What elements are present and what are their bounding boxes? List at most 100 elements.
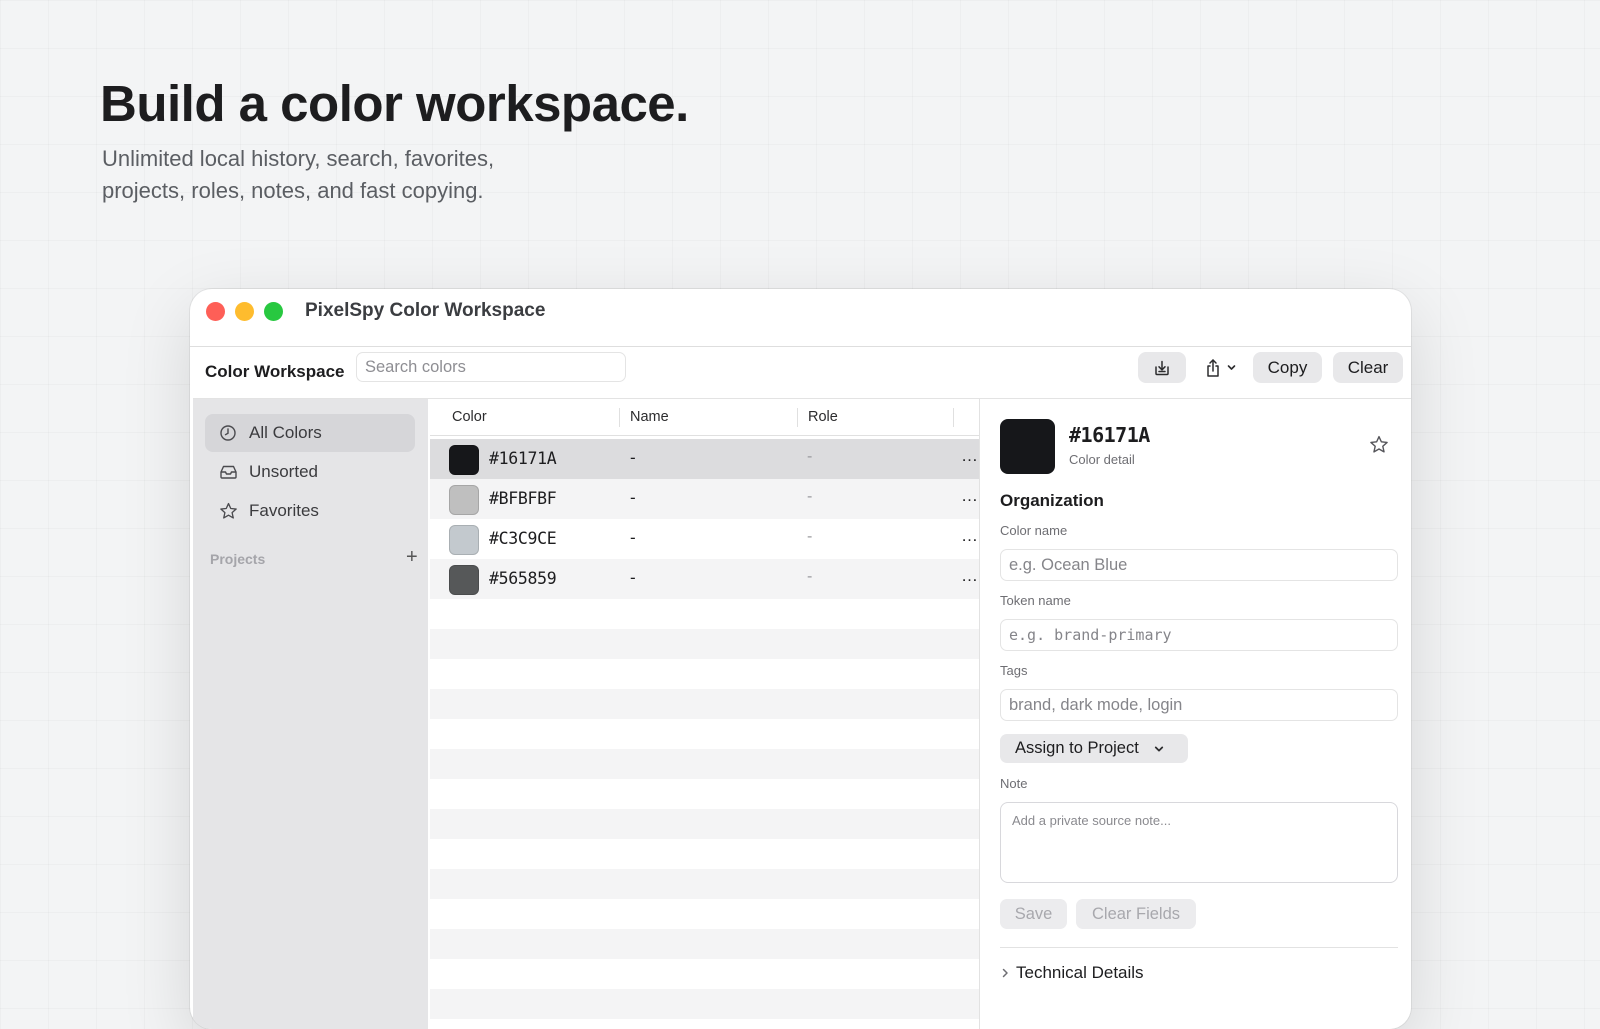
clock-icon <box>218 423 238 443</box>
sidebar-item-all-colors[interactable]: All Colors <box>205 414 415 452</box>
minimize-window-button[interactable] <box>235 302 254 321</box>
sidebar-item-favorites[interactable]: Favorites <box>205 492 415 530</box>
empty-row <box>430 1019 979 1029</box>
share-icon <box>1206 358 1219 377</box>
toolbar: Color Workspace Copy Clear <box>193 347 1411 399</box>
table-rows: #16171A - - … #BFBFBF - - … #C3C9CE - - … <box>430 439 979 1029</box>
chevron-down-icon <box>1153 743 1165 755</box>
column-header-role[interactable]: Role <box>808 409 838 425</box>
row-role: - <box>807 528 813 545</box>
tray-download-icon <box>1155 360 1169 375</box>
column-divider[interactable] <box>619 408 620 427</box>
assign-to-project-menu[interactable]: Assign to Project <box>1000 734 1188 763</box>
sidebar-item-label: Unsorted <box>249 462 318 481</box>
empty-row <box>430 689 979 719</box>
empty-row <box>430 869 979 899</box>
organization-heading: Organization <box>1000 491 1104 510</box>
row-overflow: … <box>961 526 978 545</box>
color-swatch <box>449 525 479 555</box>
empty-row <box>430 959 979 989</box>
column-header-color[interactable]: Color <box>452 409 487 425</box>
row-hex: #16171A <box>489 449 557 468</box>
detail-hex: #16171A <box>1069 423 1150 447</box>
table-row[interactable]: #565859 - - … <box>430 559 979 599</box>
save-button[interactable]: Save <box>1000 899 1067 929</box>
color-table: Color Name Role #16171A - - … #BFBFBF - … <box>430 399 979 1029</box>
hero-subtitle-line-1: Unlimited local history, search, favorit… <box>102 146 495 171</box>
detail-swatch <box>1000 419 1055 474</box>
hero-title: Build a color workspace. <box>100 75 689 132</box>
chevron-down-icon <box>1227 365 1235 370</box>
add-project-button[interactable]: + <box>406 547 418 567</box>
row-overflow: … <box>961 486 978 505</box>
empty-row <box>430 929 979 959</box>
hero-subtitle-line-2: projects, roles, notes, and fast copying… <box>102 178 484 203</box>
share-menu-button[interactable] <box>1196 352 1244 383</box>
table-row[interactable]: #BFBFBF - - … <box>430 479 979 519</box>
zoom-window-button[interactable] <box>264 302 283 321</box>
close-window-button[interactable] <box>206 302 225 321</box>
sidebar-item-unsorted[interactable]: Unsorted <box>205 453 415 491</box>
column-header-name[interactable]: Name <box>630 409 669 425</box>
empty-row <box>430 779 979 809</box>
note-label: Note <box>1000 776 1028 791</box>
favorite-toggle[interactable] <box>1369 435 1389 459</box>
search-input[interactable] <box>356 352 626 382</box>
window-title: PixelSpy Color Workspace <box>305 300 546 321</box>
star-icon <box>1370 435 1388 453</box>
row-role: - <box>807 448 813 465</box>
assign-to-project-label: Assign to Project <box>1015 739 1139 757</box>
empty-row <box>430 899 979 929</box>
column-divider[interactable] <box>797 408 798 427</box>
color-swatch <box>449 485 479 515</box>
color-name-field[interactable] <box>1000 549 1398 581</box>
tags-field[interactable] <box>1000 689 1398 721</box>
empty-row <box>430 719 979 749</box>
divider <box>1000 947 1398 948</box>
detail-subtitle: Color detail <box>1069 452 1135 467</box>
token-name-field[interactable] <box>1000 619 1398 651</box>
row-role: - <box>807 488 813 505</box>
title-bar: PixelSpy Color Workspace <box>190 289 1411 347</box>
empty-row <box>430 749 979 779</box>
row-name: - <box>630 528 636 547</box>
empty-row <box>430 839 979 869</box>
workspace-label: Color Workspace <box>205 362 345 381</box>
empty-row <box>430 599 979 629</box>
row-overflow: … <box>961 566 978 585</box>
color-name-label: Color name <box>1000 523 1068 538</box>
sidebar-item-label: Favorites <box>249 501 319 520</box>
technical-details-disclosure[interactable]: Technical Details <box>1000 963 1144 983</box>
star-icon <box>218 501 238 521</box>
clear-button[interactable]: Clear <box>1333 352 1403 383</box>
table-row[interactable]: #16171A - - … <box>430 439 979 479</box>
column-divider[interactable] <box>953 408 954 427</box>
table-row[interactable]: #C3C9CE - - … <box>430 519 979 559</box>
clear-fields-button[interactable]: Clear Fields <box>1076 899 1196 929</box>
row-hex: #C3C9CE <box>489 529 557 548</box>
token-name-label: Token name <box>1000 593 1071 608</box>
tags-label: Tags <box>1000 663 1028 678</box>
hero-subtitle: Unlimited local history, search, favorit… <box>102 143 662 207</box>
app-window: PixelSpy Color Workspace Color Workspace… <box>190 289 1411 1029</box>
empty-row <box>430 809 979 839</box>
color-swatch <box>449 445 479 475</box>
sidebar: All Colors Unsorted Favorites Projects + <box>193 399 428 1029</box>
note-field[interactable] <box>1000 802 1398 883</box>
row-name: - <box>630 488 636 507</box>
empty-row <box>430 659 979 689</box>
chevron-right-icon <box>1000 967 1010 979</box>
row-name: - <box>630 568 636 587</box>
row-role: - <box>807 568 813 585</box>
row-name: - <box>630 448 636 467</box>
empty-row <box>430 989 979 1019</box>
empty-row <box>430 629 979 659</box>
row-hex: #565859 <box>489 569 557 588</box>
import-button[interactable] <box>1138 352 1186 383</box>
row-hex: #BFBFBF <box>489 489 557 508</box>
table-header: Color Name Role <box>430 399 979 436</box>
color-swatch <box>449 565 479 595</box>
projects-section-label: Projects <box>210 551 266 567</box>
sidebar-item-label: All Colors <box>249 423 322 442</box>
copy-button[interactable]: Copy <box>1253 352 1322 383</box>
